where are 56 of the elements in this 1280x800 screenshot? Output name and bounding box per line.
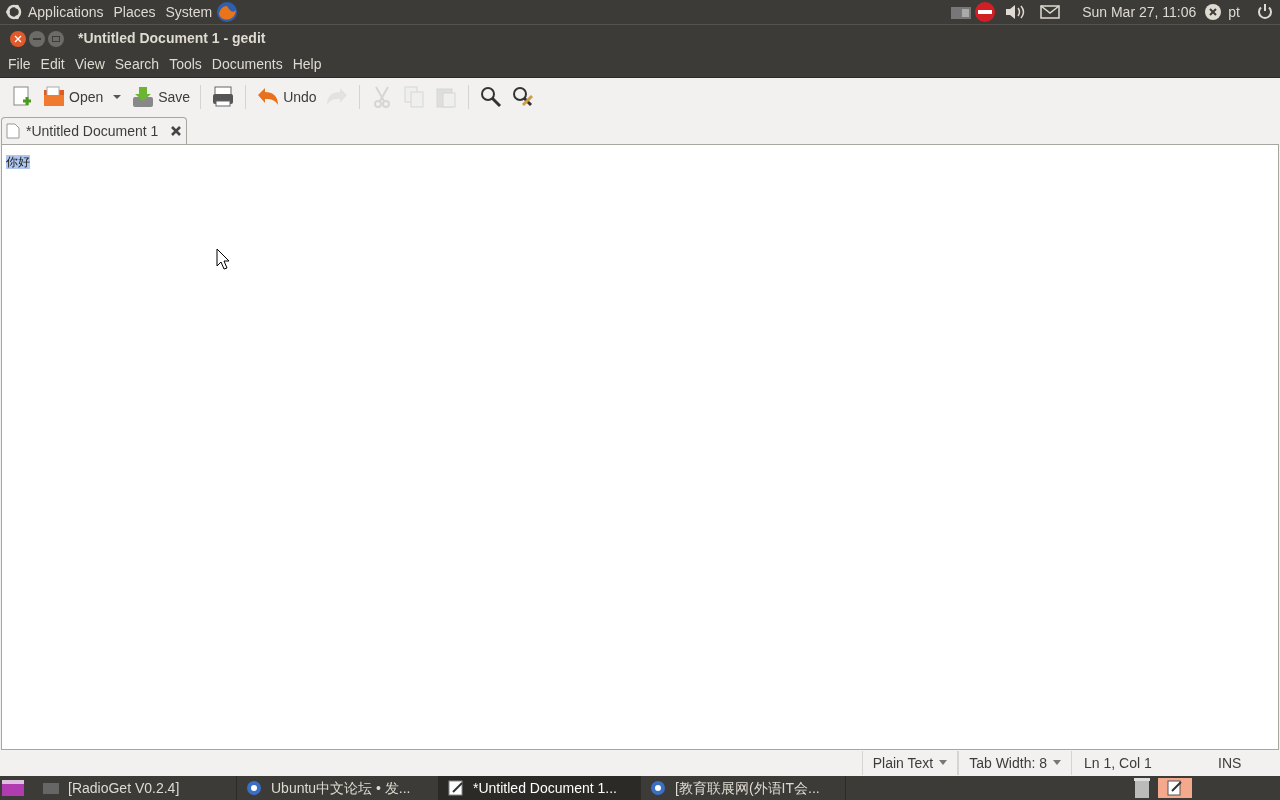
toolbar-button[interactable]: Undo: [252, 82, 321, 112]
trash-icon[interactable]: [1132, 777, 1152, 799]
menu-item[interactable]: Documents: [206, 54, 288, 75]
menu-item[interactable]: Edit: [35, 54, 70, 75]
window-title: *Untitled Document 1 - gedit: [78, 29, 266, 48]
clipboard-icon: [433, 85, 458, 109]
language-dropdown[interactable]: Plain Text: [861, 751, 959, 775]
taskbar-button[interactable]: *Untitled Document 1...: [439, 776, 641, 800]
menu-item[interactable]: File: [3, 54, 36, 75]
menu-item[interactable]: View: [69, 54, 110, 75]
document-tab[interactable]: *Untitled Document 1: [1, 117, 188, 144]
caret-icon: [113, 94, 122, 100]
radio-icon[interactable]: [950, 4, 973, 20]
document-icon: [6, 123, 20, 139]
caret-icon: [939, 760, 948, 766]
power-icon[interactable]: [1256, 3, 1274, 21]
close-icon: [14, 34, 22, 43]
globe-icon: [245, 779, 263, 797]
globe-icon: [649, 779, 667, 797]
text-editor-icon: [447, 779, 465, 797]
taskbar-button[interactable]: [教育联展网(外语IT会...: [641, 776, 846, 800]
toolbar-button[interactable]: Open: [38, 82, 108, 112]
volume-icon[interactable]: [1004, 3, 1027, 21]
panel-menu[interactable]: System: [165, 1, 213, 23]
folder-icon: [42, 85, 66, 109]
close-button[interactable]: [10, 30, 26, 47]
clock[interactable]: Sun Mar 27, 11:06: [1082, 1, 1197, 23]
toolbar-button[interactable]: Save: [127, 82, 195, 112]
menu-item[interactable]: Tools: [164, 54, 207, 75]
menu-item[interactable]: Help: [287, 54, 327, 75]
browser-globe-icon[interactable]: [215, 0, 240, 24]
editor-text: 你好: [6, 155, 30, 169]
text-editor-indicator[interactable]: [1158, 778, 1192, 798]
printer-icon: [211, 85, 236, 109]
save-icon: [131, 85, 156, 109]
desktop-icon[interactable]: [1, 778, 25, 798]
mail-icon[interactable]: [1040, 5, 1061, 19]
insert-mode: INS: [1218, 753, 1243, 773]
find-replace-icon: [510, 85, 535, 109]
ubuntu-logo-icon[interactable]: [4, 2, 24, 22]
panel-menu[interactable]: Places: [113, 1, 156, 23]
caret-icon: [1053, 760, 1061, 766]
chat-status-icon[interactable]: [1204, 3, 1223, 21]
menu-item[interactable]: Search: [109, 54, 165, 75]
user-name[interactable]: pt: [1228, 1, 1240, 23]
tab-width-dropdown[interactable]: Tab Width: 8: [958, 751, 1072, 775]
taskbar-button[interactable]: [RadioGet V0.2.4]: [34, 776, 237, 800]
new-document-icon: [10, 85, 34, 109]
blocked-status-icon[interactable]: [974, 1, 997, 23]
text-editor-icon: [1167, 780, 1183, 796]
panel-menu[interactable]: Applications: [28, 1, 104, 23]
mouse-pointer-icon: [216, 248, 230, 270]
cursor-position: Ln 1, Col 1: [1083, 753, 1153, 773]
tab-label: *Untitled Document 1: [26, 121, 159, 141]
tab-close-icon[interactable]: [170, 125, 183, 137]
search-icon: [478, 85, 503, 109]
